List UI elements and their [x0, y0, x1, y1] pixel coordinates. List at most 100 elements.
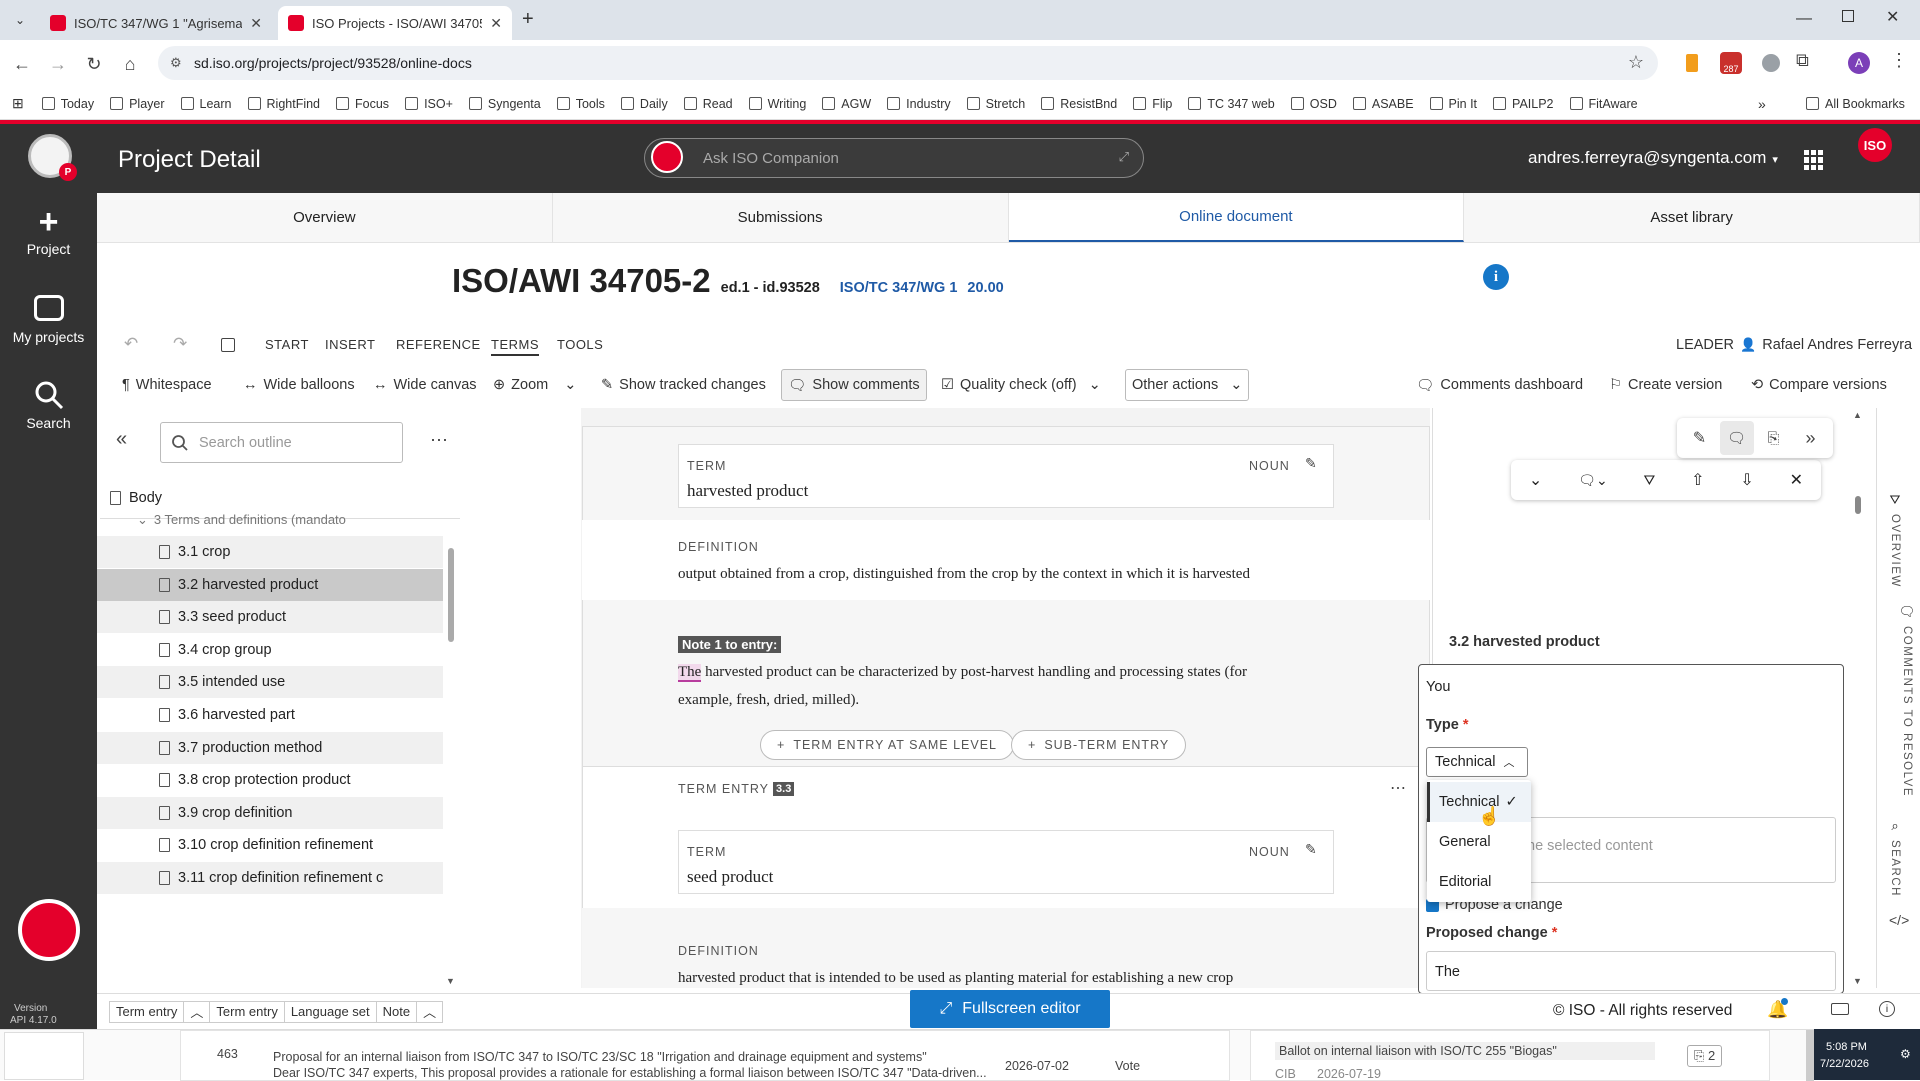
- definition-block[interactable]: DEFINITION output obtained from a crop, …: [582, 520, 1430, 600]
- quality-check-button[interactable]: ☑ Quality check (off) ⌄: [935, 369, 1107, 401]
- bookmark-item[interactable]: ISO+: [405, 97, 453, 111]
- outline-item[interactable]: 3.7 production method: [97, 731, 443, 764]
- editor-canvas[interactable]: TERM NOUN ✎ harvested product DEFINITION…: [470, 408, 1430, 988]
- bookmark-item[interactable]: Learn: [180, 97, 232, 111]
- comment-icon[interactable]: 🗨: [1719, 421, 1754, 455]
- info-icon[interactable]: i: [1879, 1001, 1895, 1017]
- forward-button[interactable]: →: [46, 52, 70, 76]
- extension-icon[interactable]: [1686, 54, 1698, 72]
- term-box[interactable]: TERM NOUN ✎ seed product: [678, 830, 1334, 894]
- rail-my-projects-button[interactable]: My projects: [0, 295, 97, 345]
- outline-item[interactable]: 3.2 harvested product: [97, 568, 443, 601]
- profile-avatar[interactable]: A: [1848, 52, 1870, 74]
- chevron-right-double-icon[interactable]: »: [1794, 421, 1828, 455]
- apps-grid-icon[interactable]: ⊞: [12, 95, 24, 112]
- show-comments-button[interactable]: 🗨 Show comments: [781, 369, 927, 401]
- back-button[interactable]: ←: [10, 52, 34, 76]
- outline-more-icon[interactable]: ⋯: [430, 430, 448, 451]
- site-info-icon[interactable]: ⚙: [170, 55, 182, 71]
- type-select[interactable]: Technical ︿: [1426, 747, 1528, 777]
- window-close-button[interactable]: ✕: [1886, 7, 1899, 27]
- bookmark-item[interactable]: PAILP2: [1493, 97, 1554, 111]
- bookmark-item[interactable]: Today: [41, 97, 94, 111]
- star-icon[interactable]: ☆: [1628, 52, 1644, 73]
- bookmark-item[interactable]: RightFind: [247, 97, 320, 111]
- table-row[interactable]: 463 Proposal for an internal liaison fro…: [180, 1030, 1230, 1081]
- panel-scrollbar[interactable]: [1855, 496, 1861, 514]
- code-icon[interactable]: </>: [1889, 912, 1909, 928]
- scroll-down-icon[interactable]: ▼: [1853, 976, 1862, 986]
- reload-button[interactable]: ↻: [82, 52, 106, 76]
- download-icon[interactable]: ⇩: [1740, 470, 1753, 490]
- menu-start[interactable]: START: [265, 337, 309, 352]
- bookmark-item[interactable]: Tools: [556, 97, 605, 111]
- rail-search-button[interactable]: Search: [0, 379, 97, 431]
- term-box[interactable]: TERM NOUN ✎ harvested product: [678, 444, 1334, 508]
- outline-search-input[interactable]: Search outline: [160, 422, 403, 463]
- redo-icon[interactable]: ↷: [173, 334, 187, 354]
- outline-root[interactable]: Body: [110, 490, 162, 506]
- home-button[interactable]: ⌂: [118, 52, 142, 76]
- wide-balloons-button[interactable]: ↔ Wide balloons: [237, 369, 361, 401]
- outline-item[interactable]: 3.3 seed product: [97, 601, 443, 634]
- bookmark-item[interactable]: Pin It: [1429, 97, 1477, 111]
- edit-icon[interactable]: ✎: [1305, 455, 1317, 472]
- zoom-button[interactable]: ⊕ Zoom ⌄: [487, 369, 582, 401]
- url-bar[interactable]: ⚙ sd.iso.org/projects/project/93528/onli…: [158, 46, 1658, 80]
- breadcrumb-term-entry[interactable]: Term entry: [109, 1000, 185, 1023]
- extensions-puzzle-icon[interactable]: ⧉: [1796, 50, 1809, 71]
- bookmark-item[interactable]: ResistBnd: [1041, 97, 1117, 111]
- comment-filter-icon[interactable]: 🗨⌄: [1578, 472, 1608, 489]
- browser-tab-2[interactable]: ISO Projects - ISO/AWI 34705-2 ✕: [278, 6, 512, 40]
- definition-block[interactable]: DEFINITION harvested product that is int…: [582, 908, 1430, 988]
- edit-icon[interactable]: ✎: [1683, 421, 1717, 455]
- outline-scrollbar[interactable]: [448, 548, 454, 642]
- edit-icon[interactable]: ✎: [1305, 841, 1317, 858]
- outline-item[interactable]: 3.10 crop definition refinement: [97, 829, 443, 861]
- outline-item[interactable]: 3.8 crop protection product: [97, 764, 443, 796]
- extension-badge[interactable]: 287: [1720, 52, 1742, 74]
- save-icon[interactable]: [221, 338, 235, 352]
- info-icon[interactable]: i: [1483, 264, 1509, 290]
- bookmark-item[interactable]: Daily: [620, 97, 668, 111]
- browser-menu-icon[interactable]: ⋮: [1890, 50, 1908, 71]
- scroll-down-icon[interactable]: ▼: [446, 976, 455, 986]
- bookmark-item[interactable]: Player: [110, 97, 165, 111]
- new-tab-button[interactable]: +: [522, 8, 534, 31]
- bookmark-item[interactable]: FitAware: [1569, 97, 1638, 111]
- bookmark-item[interactable]: ASABE: [1352, 97, 1414, 111]
- close-icon[interactable]: ✕: [490, 15, 502, 32]
- outline-item[interactable]: 3.5 intended use: [97, 666, 443, 699]
- outline-item[interactable]: 3.1 crop: [97, 536, 443, 568]
- all-bookmarks[interactable]: All Bookmarks: [1806, 97, 1905, 111]
- scroll-up-icon[interactable]: ▲: [1853, 410, 1862, 420]
- bookmark-item[interactable]: Syngenta: [468, 97, 541, 111]
- menu-tools[interactable]: TOOLS: [557, 337, 603, 352]
- other-actions-button[interactable]: Other actions ⌄: [1125, 369, 1250, 401]
- whitespace-button[interactable]: ¶ Whitespace: [116, 369, 218, 401]
- wide-canvas-button[interactable]: ↔ Wide canvas: [367, 369, 483, 401]
- bookmark-item[interactable]: OSD: [1290, 97, 1337, 111]
- type-option-general[interactable]: General: [1427, 822, 1531, 862]
- apps-grid-icon[interactable]: [1804, 150, 1824, 170]
- term-entry-more-icon[interactable]: ⋯: [1390, 778, 1406, 798]
- bookmark-item[interactable]: Writing: [748, 97, 806, 111]
- outline-item[interactable]: 3.4 crop group: [97, 634, 443, 666]
- bookmark-item[interactable]: Focus: [336, 97, 389, 111]
- document-icon[interactable]: ⎘: [1757, 421, 1791, 455]
- bookmark-item[interactable]: Industry: [887, 97, 951, 111]
- close-icon[interactable]: ✕: [250, 15, 262, 32]
- expand-icon[interactable]: ⤢: [1119, 149, 1129, 165]
- extension-icon[interactable]: [1762, 54, 1780, 72]
- tab-search-button[interactable]: ⌄: [8, 10, 32, 30]
- companion-search[interactable]: Ask ISO Companion ⤢: [644, 138, 1144, 178]
- side-tab-overview[interactable]: ⛛ OVERVIEW: [1889, 492, 1901, 588]
- upload-icon[interactable]: ⇧: [1691, 470, 1704, 490]
- ballot-card[interactable]: Ballot on internal liaison with ISO/TC 2…: [1250, 1030, 1770, 1081]
- show-tracked-changes-button[interactable]: ✎ Show tracked changes: [595, 369, 772, 401]
- breadcrumb-language-set[interactable]: Language set: [284, 1000, 377, 1023]
- sub-term-entry-button[interactable]: + SUB-TERM ENTRY: [1011, 730, 1187, 760]
- tab-overview[interactable]: Overview: [97, 193, 553, 242]
- outline-item[interactable]: 3.6 harvested part: [97, 699, 443, 731]
- menu-reference[interactable]: REFERENCE: [396, 337, 481, 352]
